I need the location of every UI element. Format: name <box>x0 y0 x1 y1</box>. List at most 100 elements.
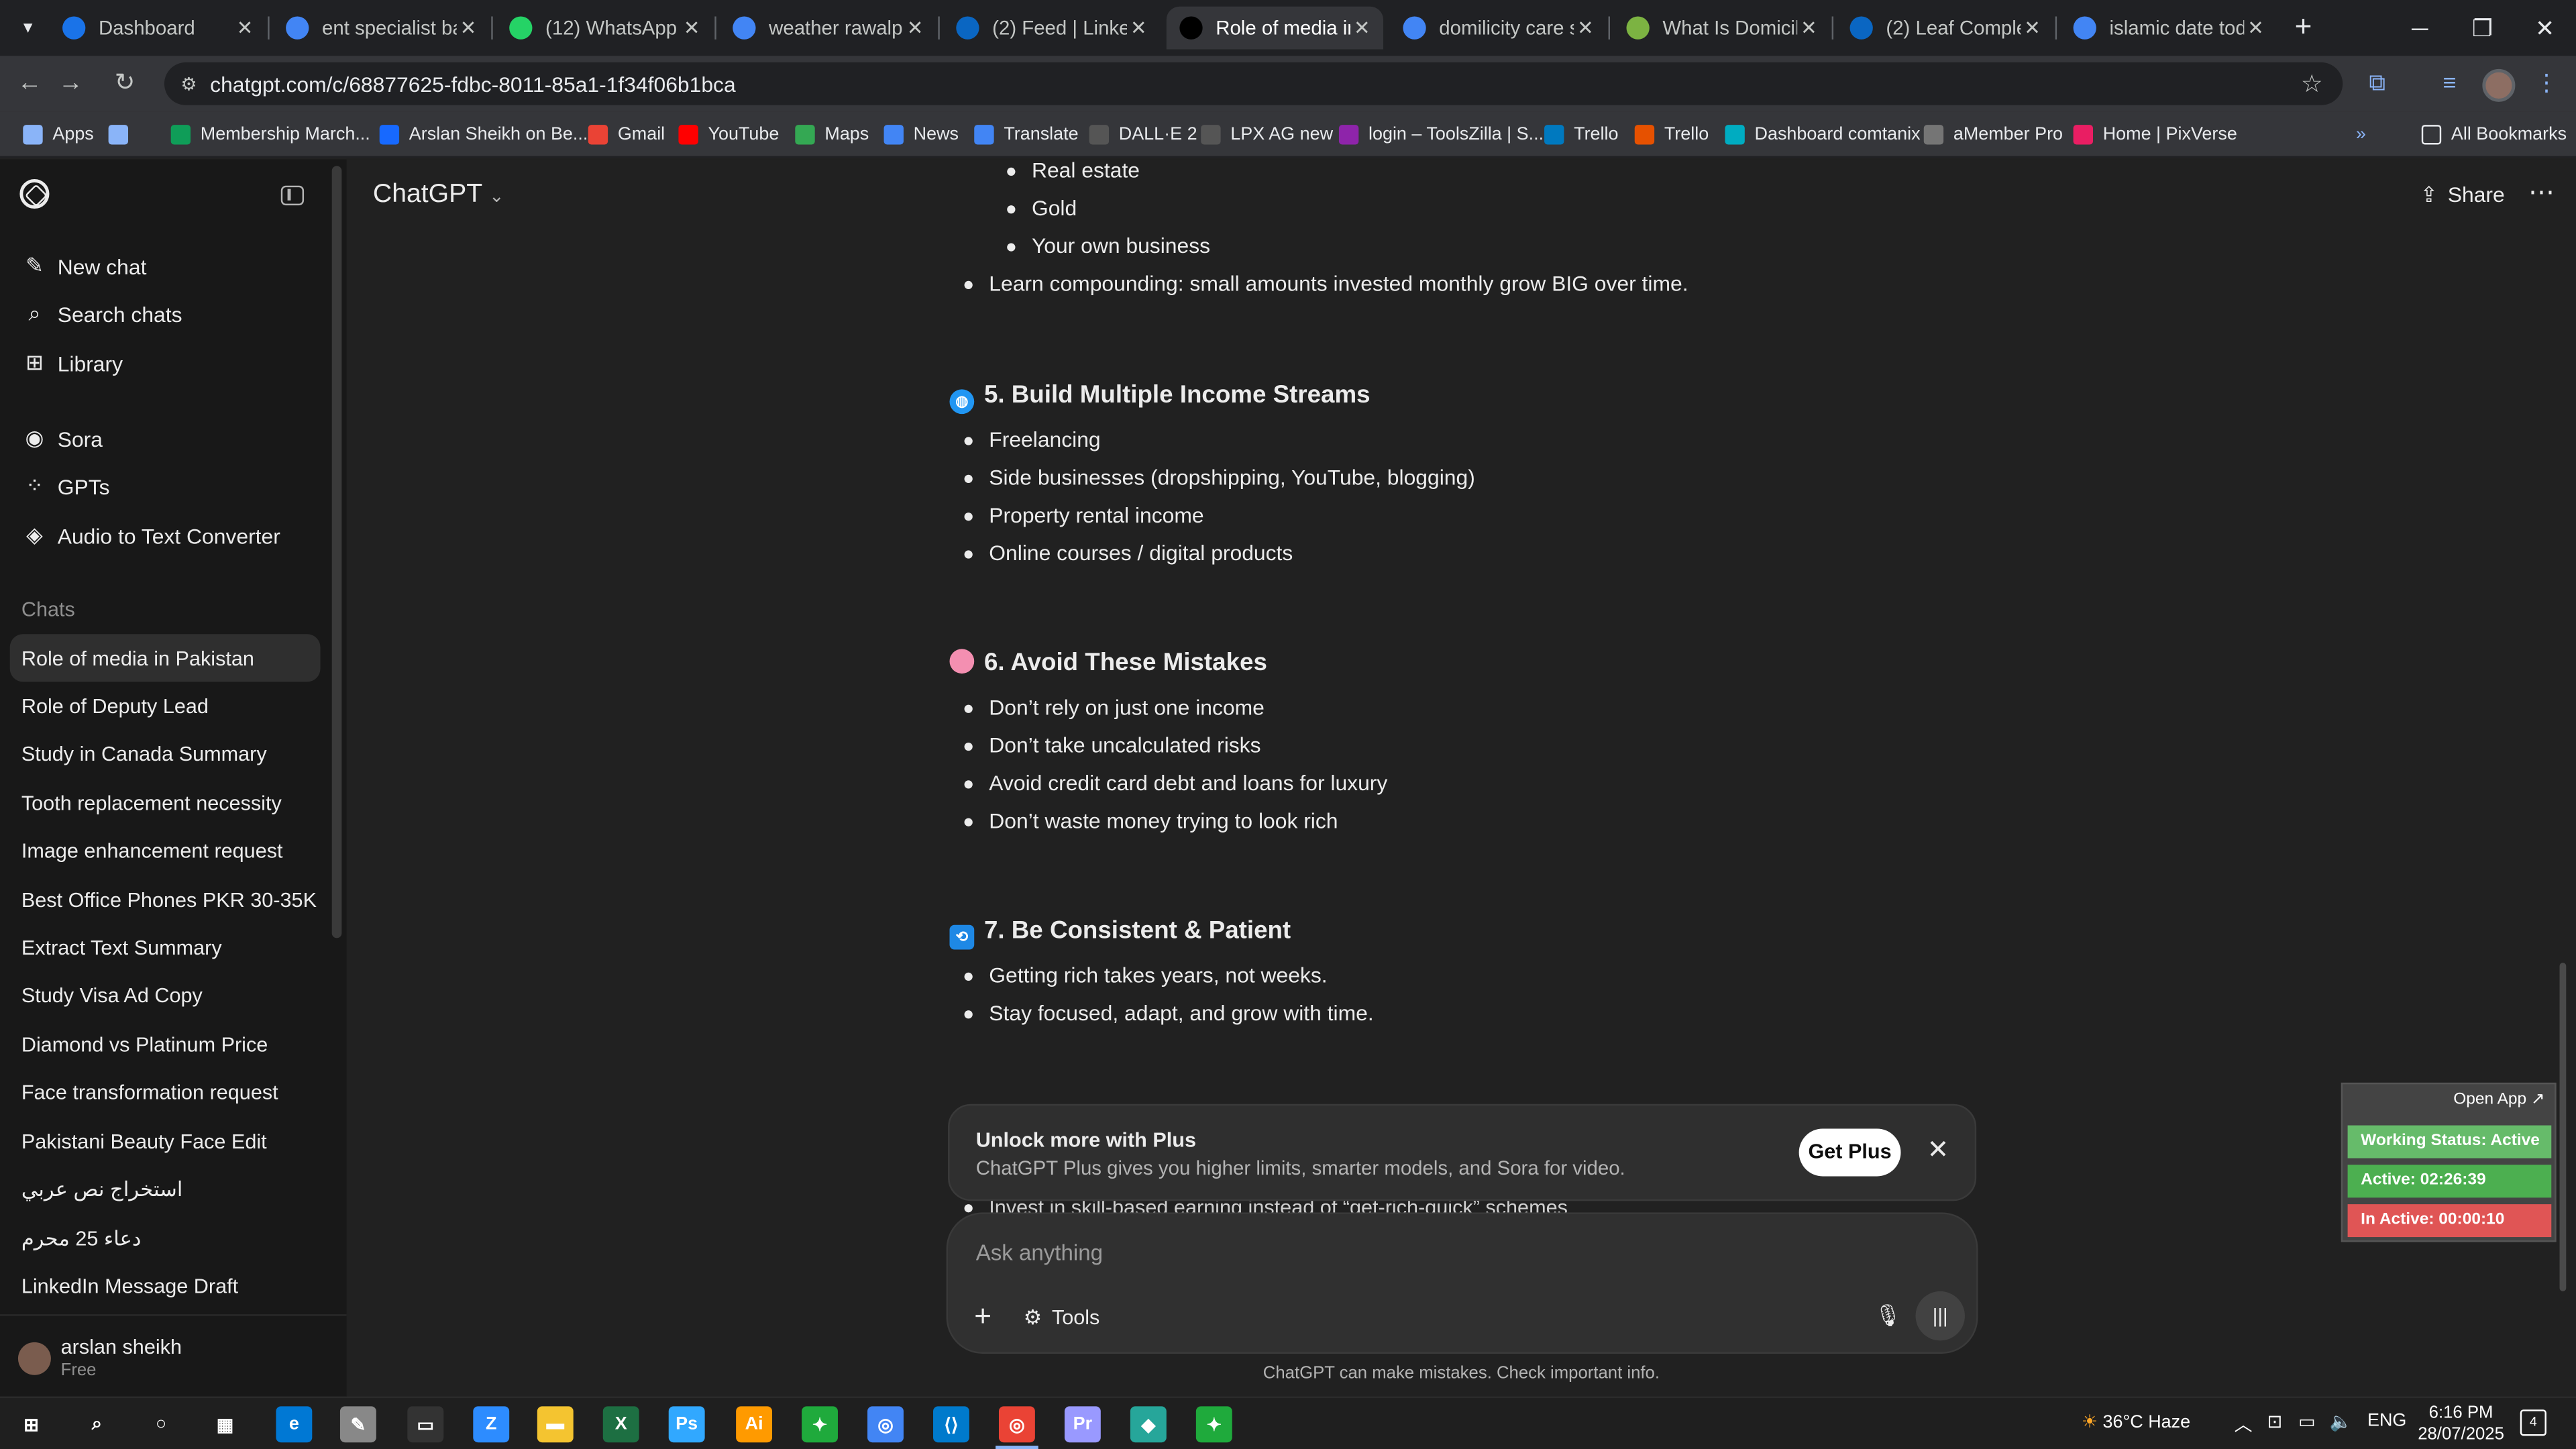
terminal-icon[interactable]: ▭ <box>407 1406 444 1443</box>
edge-icon[interactable]: e <box>276 1406 313 1443</box>
bookmark-item[interactable] <box>108 121 138 148</box>
close-window-icon[interactable]: ✕ <box>2514 0 2576 56</box>
teal-app-icon[interactable]: ◆ <box>1130 1406 1167 1443</box>
browser-tab[interactable]: (2) Feed | LinkedIn✕ <box>943 7 1160 50</box>
bookmarks-overflow-icon[interactable]: » <box>2356 121 2366 148</box>
new-tab-button[interactable]: + <box>2287 10 2320 44</box>
browser-tab[interactable]: weather rawalpin ✕ <box>720 7 936 50</box>
pen-icon[interactable]: ✎ <box>339 1406 376 1443</box>
chat-history-item[interactable]: Face transformation request <box>10 1069 321 1116</box>
browser-tab[interactable]: islamic date today✕ <box>2060 7 2277 50</box>
chat-history-item[interactable]: Extract Text Summary <box>10 924 321 971</box>
tray-chevron-icon[interactable]: ︿ <box>2235 1411 2253 1438</box>
share-button[interactable]: ⇪ Share <box>2420 182 2504 209</box>
chat-history-item[interactable]: Tooth replacement necessity <box>10 779 321 826</box>
excel-icon[interactable]: X <box>602 1406 639 1443</box>
bookmark-item[interactable]: Home | PixVerse <box>2073 121 2237 148</box>
more-options-icon[interactable]: ⋯ <box>2528 176 2555 209</box>
chat-history-item[interactable]: Best Office Phones PKR 30-35K <box>10 875 321 923</box>
sidebar-toggle-icon[interactable] <box>280 185 305 206</box>
chat-history-item[interactable]: Diamond vs Platinum Price <box>10 1020 321 1068</box>
premiere-icon[interactable]: Pr <box>1064 1406 1101 1443</box>
sidebar-item-new-chat[interactable]: ✎ New chat <box>13 243 321 289</box>
browser-tab[interactable]: ent specialist bah✕ <box>273 7 490 50</box>
task-view-icon[interactable]: ▦ <box>207 1406 244 1442</box>
reload-icon[interactable]: ↻ <box>109 67 142 100</box>
chat-history-item[interactable]: LinkedIn Message Draft <box>10 1262 321 1309</box>
tools-button[interactable]: ⚙ Tools <box>1024 1304 1100 1329</box>
bookmark-item[interactable]: Dashboard comtanix <box>1725 121 1921 148</box>
bookmark-item[interactable]: Trello <box>1544 121 1619 148</box>
restore-icon[interactable]: ❐ <box>2451 0 2514 56</box>
site-info-icon[interactable]: ⚙ <box>180 73 197 94</box>
sidebar-item-search-chats[interactable]: ⌕ Search chats <box>13 290 321 337</box>
bookmark-item[interactable]: Apps <box>23 121 94 148</box>
bookmark-item[interactable]: LPX AG new <box>1201 121 1333 148</box>
chat-history-item[interactable]: استخراج نص عربي <box>10 1165 321 1213</box>
zoom-icon[interactable]: Z <box>473 1406 510 1443</box>
tab-close-icon[interactable]: ✕ <box>2244 16 2267 39</box>
bookmark-item[interactable]: Maps <box>795 121 869 148</box>
tab-close-icon[interactable]: ✕ <box>233 16 256 39</box>
browser-tab[interactable]: What Is Domicilia✕ <box>1613 7 1830 50</box>
sidebar-item-library[interactable]: ⊞ Library <box>13 340 321 386</box>
openai-logo-icon[interactable] <box>19 178 50 209</box>
chrome-menu-icon[interactable]: ⋮ <box>2532 67 2561 97</box>
tab-close-icon[interactable]: ✕ <box>1797 16 1820 39</box>
bookmark-item[interactable]: Trello <box>1634 121 1709 148</box>
get-plus-button[interactable]: Get Plus <box>1799 1128 1901 1177</box>
chat-history-item[interactable]: دعاء 25 محرم <box>10 1214 321 1261</box>
bookmark-star-icon[interactable]: ☆ <box>2301 69 2323 99</box>
browser-tab[interactable]: (12) WhatsApp ✕ <box>496 7 713 50</box>
notification-center-icon[interactable]: 4 <box>2520 1409 2546 1436</box>
user-menu[interactable]: arslan sheikh Free <box>0 1314 347 1396</box>
sidebar-item-audio-to-text-converter[interactable]: ◈ Audio to Text Converter <box>13 513 321 559</box>
chat-history-item[interactable]: Role of media in Pakistan <box>9 634 321 682</box>
voice-mode-icon[interactable]: ||| <box>1915 1291 1965 1341</box>
forward-icon[interactable]: → <box>54 67 87 100</box>
bookmark-item[interactable]: Arslan Sheikh on Be... <box>379 121 588 148</box>
language-indicator[interactable]: ENG <box>2367 1411 2406 1431</box>
profile-avatar[interactable] <box>2482 68 2516 102</box>
bookmark-item[interactable]: login – ToolsZilla | S... <box>1338 121 1544 148</box>
chat-history-item[interactable]: Image enhancement request <box>10 827 321 875</box>
model-selector[interactable]: ChatGPT ⌄ <box>373 180 504 210</box>
photoshop-icon[interactable]: Ps <box>668 1406 705 1443</box>
browser-tab[interactable]: domilicity care se✕ <box>1390 7 1607 50</box>
open-app-link[interactable]: Open App ↗ <box>2453 1091 2544 1109</box>
sidebar-item-sora[interactable]: ◉ Sora <box>13 416 321 462</box>
tab-close-icon[interactable]: ✕ <box>1350 16 1373 39</box>
close-icon[interactable]: ✕ <box>1927 1134 1949 1167</box>
bookmark-item[interactable]: Translate <box>974 121 1079 148</box>
tab-search-icon[interactable]: ▾ <box>13 13 43 43</box>
volume-icon[interactable]: 🔈 <box>2330 1411 2353 1432</box>
tab-close-icon[interactable]: ✕ <box>2021 16 2043 39</box>
vscode-icon[interactable]: ⟨⟩ <box>933 1406 969 1443</box>
back-icon[interactable]: ← <box>13 67 46 100</box>
tab-close-icon[interactable]: ✕ <box>904 16 926 39</box>
main-scrollbar[interactable] <box>2559 963 2567 1291</box>
browser-tab[interactable]: (2) Leaf Complex✕ <box>1837 7 2053 50</box>
bookmark-item[interactable]: DALL·E 2 <box>1089 121 1197 148</box>
illustrator-icon[interactable]: Ai <box>736 1406 773 1443</box>
chat-history-item[interactable]: Pakistani Beauty Face Edit <box>10 1117 321 1165</box>
browser-tab[interactable]: Dashboard ✕ <box>49 7 266 50</box>
chrome-icon[interactable]: ◎ <box>867 1406 904 1443</box>
tab-close-icon[interactable]: ✕ <box>680 16 703 39</box>
bookmark-item[interactable]: Gmail <box>588 121 665 148</box>
green-app-icon[interactable]: ✦ <box>802 1406 838 1443</box>
chat-history-item[interactable]: Role of Deputy Lead <box>10 682 321 730</box>
bookmark-item[interactable]: aMember Pro <box>1923 121 2063 148</box>
file-explorer-icon[interactable]: ▬ <box>537 1406 574 1443</box>
chrome-active-icon[interactable]: ◎ <box>998 1406 1035 1443</box>
bookmark-item[interactable]: Membership March... <box>170 121 370 148</box>
meet-icon[interactable]: ⊡ <box>2267 1411 2283 1432</box>
cortana-icon[interactable]: ○ <box>143 1406 179 1442</box>
windows-start-icon[interactable]: ⊞ <box>13 1406 50 1442</box>
minimize-icon[interactable]: ─ <box>2389 0 2451 56</box>
tab-close-icon[interactable]: ✕ <box>457 16 480 39</box>
tab-close-icon[interactable]: ✕ <box>1127 16 1150 39</box>
bookmark-item[interactable]: YouTube <box>678 121 779 148</box>
all-bookmarks[interactable]: All Bookmarks <box>2421 121 2567 148</box>
chat-history-item[interactable]: Study in Canada Summary <box>10 731 321 778</box>
